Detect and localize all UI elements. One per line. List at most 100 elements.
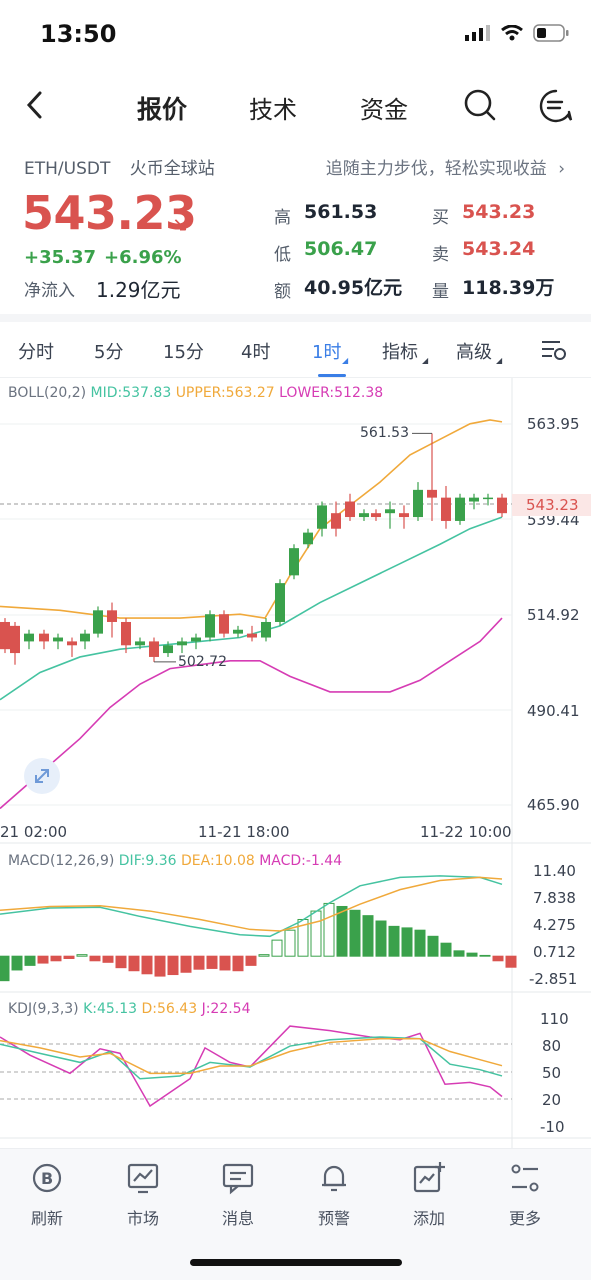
price-down-arrow-icon: ↘ [172,212,189,236]
section-divider [0,314,591,322]
chart-grid [0,423,591,1139]
candle-body [0,621,10,650]
macd-bar [193,955,205,970]
macd-bar [154,955,166,977]
macd-bar [479,954,491,957]
candle-body [455,497,465,521]
refresh-button[interactable]: B 刷新 [12,1161,82,1229]
interval-tabs: 分时 5分 15分 4时 1时 ◢ 指标 ◢ 高级 ◢ [0,322,591,378]
macd-dif: DIF:9.36 [118,853,177,869]
macd-legend: MACD(12,26,9) DIF:9.36 DEA:10.08 MACD:-1… [8,853,342,869]
candle-body [177,641,187,646]
search-icon[interactable] [463,88,497,122]
interval-tab-4h[interactable]: 4时 [241,338,270,364]
candle-body [205,614,215,638]
dropdown-corner-icon: ◢ [496,356,503,365]
status-time: 13:50 [40,20,117,48]
low-label: 低 [274,245,291,265]
kdj-axis-label: 50 [542,1064,562,1082]
macd-bar [76,954,88,957]
boll-mid: MID:537.83 [90,385,172,401]
tab-capital[interactable]: 资金 [360,90,408,125]
refresh-label: 刷新 [30,1209,63,1228]
boll-axis-label: 514.92 [527,606,580,624]
candle-body [427,489,437,498]
promo-link[interactable]: 追随主力步伐，轻松实现收益 › [326,154,565,179]
market-button[interactable]: 市场 [108,1161,178,1229]
boll-upper: UPPER:563.27 [175,385,275,401]
alert-label: 预警 [317,1209,350,1228]
macd-bar [24,955,36,966]
chevron-right-icon: › [558,159,565,179]
macd-lines [0,875,503,938]
macd-bar [323,902,335,957]
interval-tab-indicators[interactable]: 指标 [382,338,418,364]
net-inflow-label: 净流入 [24,281,75,301]
interval-tab-timeshare[interactable]: 分时 [18,338,54,364]
boll-lower: LOWER:512.38 [279,385,384,401]
macd-bar [245,955,257,966]
chart-settings-icon[interactable] [540,338,568,362]
kdj-axis-label: -10 [540,1118,565,1136]
active-tab-underline [318,374,346,377]
candle-body [107,610,117,622]
candle-body [24,633,34,642]
macd-bar [362,915,374,957]
macd-bar [401,927,413,957]
interval-tab-1h[interactable]: 1时 [312,338,341,364]
candle-body [219,614,229,634]
expand-chart-button[interactable] [24,758,60,794]
kline-chart[interactable] [0,378,591,1148]
tab-technical[interactable]: 技术 [249,90,297,125]
amount-value: 40.95亿元 [304,277,403,299]
more-button[interactable]: 更多 [490,1161,560,1229]
macd-bar [414,929,426,957]
add-chart-icon [413,1162,445,1193]
macd-dea: DEA:10.08 [181,853,255,869]
candle-body [317,505,327,529]
candle-body [80,633,90,642]
chat-menu-icon[interactable] [538,88,574,124]
interval-tab-advanced[interactable]: 高级 [456,338,492,364]
candle-body [483,497,493,500]
candle-body [247,633,257,638]
signal-icon [465,25,490,41]
macd-bar [271,939,283,957]
macd-bar [258,954,270,957]
volume-label: 量 [432,282,449,302]
candle-body [371,513,381,518]
back-icon[interactable] [24,90,44,120]
candle-body [345,501,355,518]
macd-bar [37,955,49,964]
dropdown-corner-icon: ◢ [422,356,429,365]
interval-tab-15m[interactable]: 15分 [163,338,204,364]
macd-bar [63,955,75,959]
candle-body [191,637,201,642]
candle-body [149,641,159,657]
interval-tab-5m[interactable]: 5分 [94,338,123,364]
bell-icon [322,1165,346,1192]
macd-axis-label: 0.712 [533,943,576,961]
last-price: 543.23 [22,186,197,240]
macd-bar [11,955,23,971]
kdj-k: K:45.13 [83,1001,138,1017]
boll-mid-line [0,516,503,701]
price-change-pct: +6.96% [104,247,182,268]
candle-body [359,513,369,518]
candle-body [331,513,341,529]
volume-value: 118.39万 [462,277,555,299]
tab-quote[interactable]: 报价 [137,90,187,126]
candle-body [399,513,409,518]
macd-axis-label: 11.40 [533,862,576,880]
add-button[interactable]: 添加 [394,1161,464,1229]
macd-bar [310,910,322,957]
macd-bar [232,955,244,972]
market-icon [127,1163,159,1194]
boll-axis-label: 465.90 [527,796,580,814]
message-icon [222,1163,254,1195]
alert-button[interactable]: 预警 [299,1161,369,1229]
candle-body [441,497,451,521]
messages-button[interactable]: 消息 [203,1161,273,1229]
macd-bar [440,942,452,957]
macd-axis-label: 4.275 [533,916,576,934]
